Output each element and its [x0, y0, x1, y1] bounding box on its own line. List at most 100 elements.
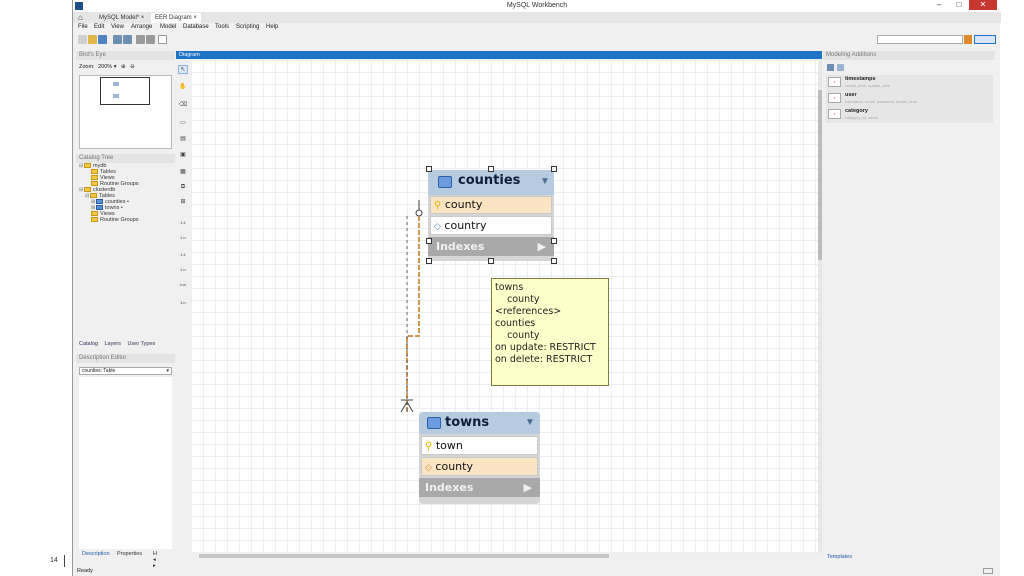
diagram-header: Diagram [176, 51, 822, 59]
selection-handle[interactable] [426, 166, 432, 172]
selection-handle[interactable] [551, 238, 557, 244]
tree-item-routine-groups[interactable]: Routine Groups [79, 217, 172, 223]
relationship-tooltip: towns county <references> counties count… [491, 278, 609, 386]
search-input[interactable] [877, 35, 963, 44]
view-tool-icon[interactable]: ⧉ [178, 184, 188, 193]
rel-1-n-nonident-icon[interactable]: 1:n [178, 235, 188, 244]
scroll-thumb[interactable] [199, 554, 609, 558]
tab-templates[interactable]: Templates [827, 554, 852, 560]
indexes-section[interactable]: Indexes ▶ [428, 237, 554, 256]
entity-title: towns [445, 415, 490, 430]
expand-arrow-icon: ▶ [537, 240, 546, 253]
entity-towns[interactable]: towns ▼ ⚲ town VARCHAR(30) ◇ county VARC… [419, 412, 540, 504]
menu-arrange[interactable]: Arrange [131, 24, 152, 30]
grid-toggle-icon[interactable] [136, 35, 145, 44]
template-item-timestamps[interactable]: ▪ timestamps create_time, update_time [826, 75, 993, 91]
status-panel-icon [983, 568, 993, 574]
birds-eye-viewport[interactable] [100, 77, 150, 105]
home-icon[interactable]: ⌂ [78, 14, 83, 22]
tab-bar: ⌂ MySQL Model* × EER Diagram × [73, 12, 1001, 23]
rel-1-1-ident-icon[interactable]: 1:1 [178, 252, 188, 261]
collapse-toggle-icon[interactable]: ▼ [525, 417, 535, 428]
folder-icon [91, 211, 98, 217]
page-divider [64, 555, 65, 567]
rel-existing-columns-icon[interactable]: 1:n [178, 300, 188, 309]
hand-tool-icon[interactable]: ✋ [178, 83, 188, 92]
selection-handle[interactable] [426, 238, 432, 244]
tab-layers[interactable]: Layers [105, 341, 122, 347]
tab-properties[interactable]: Properties [117, 551, 142, 557]
left-tab-bar: Catalog Layers User Types [79, 341, 155, 347]
selection-handle[interactable] [426, 258, 432, 264]
description-text-area[interactable] [79, 377, 172, 549]
description-select[interactable]: counties: Table ▾ [79, 367, 172, 375]
selection-handle[interactable] [488, 258, 494, 264]
indexes-section[interactable]: Indexes ▶ [419, 478, 540, 497]
image-tool-icon[interactable]: ▣ [178, 151, 188, 160]
zoom-in-icon[interactable]: ⊕ [121, 64, 126, 70]
rel-1-n-ident-icon[interactable]: 1:n [178, 267, 188, 276]
selection-handle[interactable] [551, 258, 557, 264]
zoom-select[interactable]: 200% [98, 64, 112, 70]
open-model-icon[interactable] [88, 35, 97, 44]
template-item-user[interactable]: ▪ user username, email, password, create… [826, 91, 993, 107]
left-panel: Bird's Eye Zoom: 200% ▾ ⊕ ⊖ Catalog Tree… [76, 51, 175, 569]
app-window: MySQL Workbench – □ ✕ ⌂ MySQL Model* × E… [72, 0, 1001, 576]
rel-n-m-ident-icon[interactable]: n:m [178, 282, 188, 291]
new-model-icon[interactable] [78, 35, 87, 44]
menu-scripting[interactable]: Scripting [236, 24, 259, 30]
minimize-button[interactable]: – [933, 0, 945, 10]
close-button[interactable]: ✕ [969, 0, 997, 10]
table-tool-icon[interactable]: ▦ [178, 168, 188, 177]
tab-catalog[interactable]: Catalog [79, 341, 98, 347]
table-icon [438, 176, 452, 188]
catalog-tree: ⊟ mydb Tables Views Routine Groups ⊟ clust… [79, 163, 172, 223]
column-row[interactable]: ⚲ county VARCHAR(30) [430, 196, 552, 228]
layer-tool-icon[interactable]: ▭ [178, 119, 188, 128]
zoom-out-icon[interactable]: ⊖ [130, 64, 135, 70]
page-icon[interactable] [158, 35, 167, 44]
template-item-category[interactable]: ▪ category category_id, name [826, 107, 993, 123]
rel-1-1-nonident-icon[interactable]: 1:1 [178, 220, 188, 229]
diagram-canvas[interactable]: counties ▼ ⚲ county VARCHAR(30) ◇ countr… [191, 60, 818, 553]
horizontal-scrollbar[interactable] [191, 553, 818, 559]
collapse-toggle-icon[interactable]: ▼ [540, 176, 550, 187]
selection-handle[interactable] [551, 166, 557, 172]
maximize-button[interactable]: □ [953, 0, 965, 10]
menu-tools[interactable]: Tools [215, 24, 229, 30]
column-row[interactable]: ◇ country VARCHAR(30) [430, 216, 552, 251]
save-model-icon[interactable] [98, 35, 107, 44]
eraser-tool-icon[interactable]: ⌫ [178, 101, 188, 110]
birds-eye-view[interactable] [79, 75, 172, 149]
search-icon[interactable] [964, 35, 972, 44]
column-row[interactable]: ⚲ town VARCHAR(30) [421, 436, 538, 470]
tab-mysql-model[interactable]: MySQL Model* × [95, 13, 148, 23]
note-tool-icon[interactable]: ▤ [178, 135, 188, 144]
pointer-tool-icon[interactable]: ↖ [178, 65, 188, 74]
entity-counties[interactable]: counties ▼ ⚲ county VARCHAR(30) ◇ countr… [428, 170, 554, 261]
undo-icon[interactable] [113, 35, 122, 44]
tab-history[interactable]: H ◂ ▸ [153, 551, 157, 569]
menu-help[interactable]: Help [266, 24, 278, 30]
scroll-thumb[interactable] [818, 90, 822, 260]
template-list-icon[interactable] [827, 64, 834, 71]
menu-file[interactable]: File [78, 24, 88, 30]
routine-tool-icon[interactable]: ⊞ [178, 198, 188, 207]
template-grid-icon[interactable] [837, 64, 844, 71]
column-row[interactable]: ◇ county VARCHAR(30) [421, 457, 538, 492]
menu-database[interactable]: Database [183, 24, 209, 30]
panel-toggle-icon[interactable] [974, 35, 996, 44]
snap-icon[interactable] [146, 35, 155, 44]
zoom-dropdown-icon[interactable]: ▾ [114, 64, 117, 70]
tab-description[interactable]: Description [82, 551, 110, 557]
tab-eer-diagram[interactable]: EER Diagram × [151, 13, 201, 23]
schema-icon [84, 163, 91, 169]
tab-user-types[interactable]: User Types [128, 341, 156, 347]
menu-view[interactable]: View [111, 24, 124, 30]
template-icon: ▪ [828, 77, 841, 87]
redo-icon[interactable] [123, 35, 132, 44]
selection-handle[interactable] [488, 166, 494, 172]
menu-edit[interactable]: Edit [94, 24, 104, 30]
vertical-scrollbar[interactable] [818, 60, 822, 553]
menu-model[interactable]: Model [160, 24, 176, 30]
